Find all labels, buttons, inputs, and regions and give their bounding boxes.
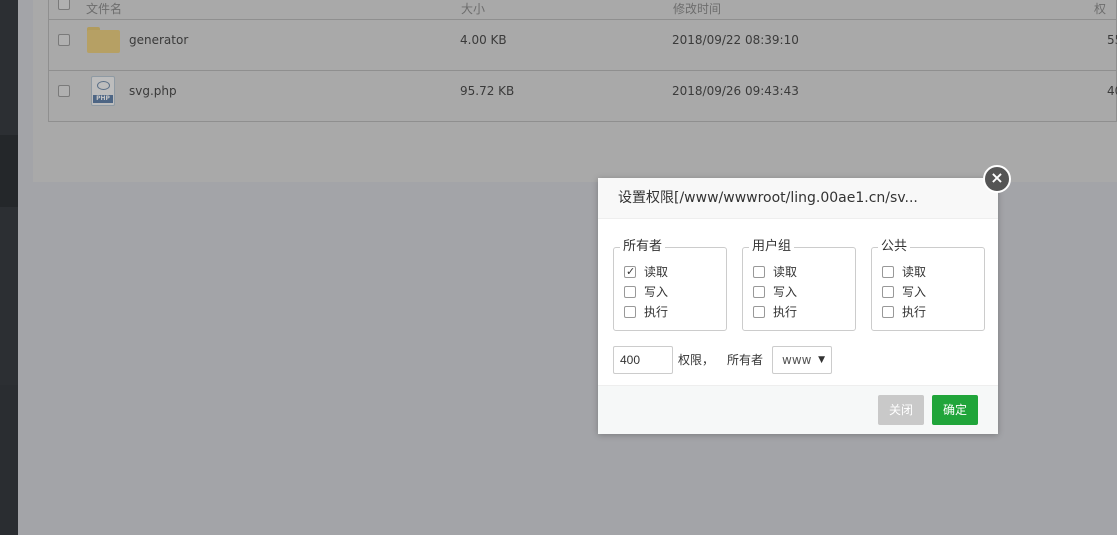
table-header: 文件名 大小 修改时间 权 [49, 0, 1116, 20]
owner-label: 所有者 [727, 353, 764, 367]
permission-number-input[interactable]: 400 [613, 346, 673, 374]
file-permission[interactable]: 40 [1107, 84, 1117, 98]
owner-group: 所有者 读取 写入 执行 [613, 239, 727, 331]
option-label: 执行 [644, 305, 669, 319]
file-table: 文件名 大小 修改时间 权 generator 4.00 KB 2018/09/… [48, 0, 1117, 122]
chevron-down-icon: ▼ [818, 355, 825, 365]
file-size: 4.00 KB [460, 33, 507, 47]
usergroup-read-checkbox[interactable] [753, 266, 765, 278]
file-name[interactable]: svg.php [129, 84, 177, 98]
row-checkbox[interactable] [58, 85, 70, 97]
file-mtime: 2018/09/22 08:39:10 [672, 33, 799, 47]
owner-write-checkbox[interactable] [624, 286, 636, 298]
option-label: 执行 [902, 305, 927, 319]
public-write-checkbox[interactable] [882, 286, 894, 298]
option-label: 读取 [902, 265, 927, 279]
file-size: 95.72 KB [460, 84, 515, 98]
usergroup-write-checkbox[interactable] [753, 286, 765, 298]
row-checkbox[interactable] [58, 34, 70, 46]
file-permission[interactable]: 55 [1107, 33, 1117, 47]
option-label: 读取 [644, 265, 669, 279]
table-row[interactable]: PHP svg.php 95.72 KB 2018/09/26 09:43:43… [49, 71, 1117, 122]
close-button[interactable]: 关闭 [878, 395, 924, 425]
confirm-button[interactable]: 确定 [932, 395, 978, 425]
sidebar-active-item[interactable] [0, 135, 18, 207]
option-label: 写入 [773, 285, 798, 299]
owner-group-legend: 所有者 [620, 239, 666, 255]
usergroup-group-legend: 用户组 [749, 239, 795, 255]
file-panel: 文件名 大小 修改时间 权 generator 4.00 KB 2018/09/… [33, 0, 1117, 182]
option-label: 读取 [773, 265, 798, 279]
public-exec-checkbox[interactable] [882, 306, 894, 318]
public-group-legend: 公共 [878, 239, 911, 255]
usergroup-exec-checkbox[interactable] [753, 306, 765, 318]
dialog-title: 设置权限[/www/wwwroot/ling.00ae1.cn/sv... [598, 178, 998, 219]
owner-select-value: www [782, 353, 812, 367]
sidebar-lower-section [0, 385, 18, 535]
option-label: 写入 [644, 285, 669, 299]
permission-label: 权限， [678, 353, 715, 367]
owner-exec-checkbox[interactable] [624, 306, 636, 318]
header-extra: 权 [1094, 2, 1107, 16]
header-name[interactable]: 文件名 [86, 0, 122, 17]
select-all-checkbox[interactable] [58, 0, 70, 10]
close-icon[interactable]: × [983, 165, 1011, 193]
header-size[interactable]: 大小 [461, 0, 485, 17]
file-mtime: 2018/09/26 09:43:43 [672, 84, 799, 98]
owner-read-checkbox[interactable] [624, 264, 636, 280]
public-group: 公共 读取 写入 执行 [871, 239, 985, 331]
sidebar [0, 0, 18, 535]
file-name[interactable]: generator [129, 33, 188, 47]
permission-dialog: 设置权限[/www/wwwroot/ling.00ae1.cn/sv... 所有… [598, 178, 998, 434]
header-mtime[interactable]: 修改时间 [673, 0, 721, 17]
usergroup-group: 用户组 读取 写入 执行 [742, 239, 856, 331]
folder-icon [87, 27, 120, 53]
php-file-icon: PHP [91, 76, 115, 106]
dialog-footer: 关闭 确定 [598, 385, 998, 434]
option-label: 执行 [773, 305, 798, 319]
table-row[interactable]: generator 4.00 KB 2018/09/22 08:39:10 55 [49, 20, 1117, 71]
public-read-checkbox[interactable] [882, 266, 894, 278]
option-label: 写入 [902, 285, 927, 299]
owner-select[interactable]: www ▼ [772, 346, 832, 374]
